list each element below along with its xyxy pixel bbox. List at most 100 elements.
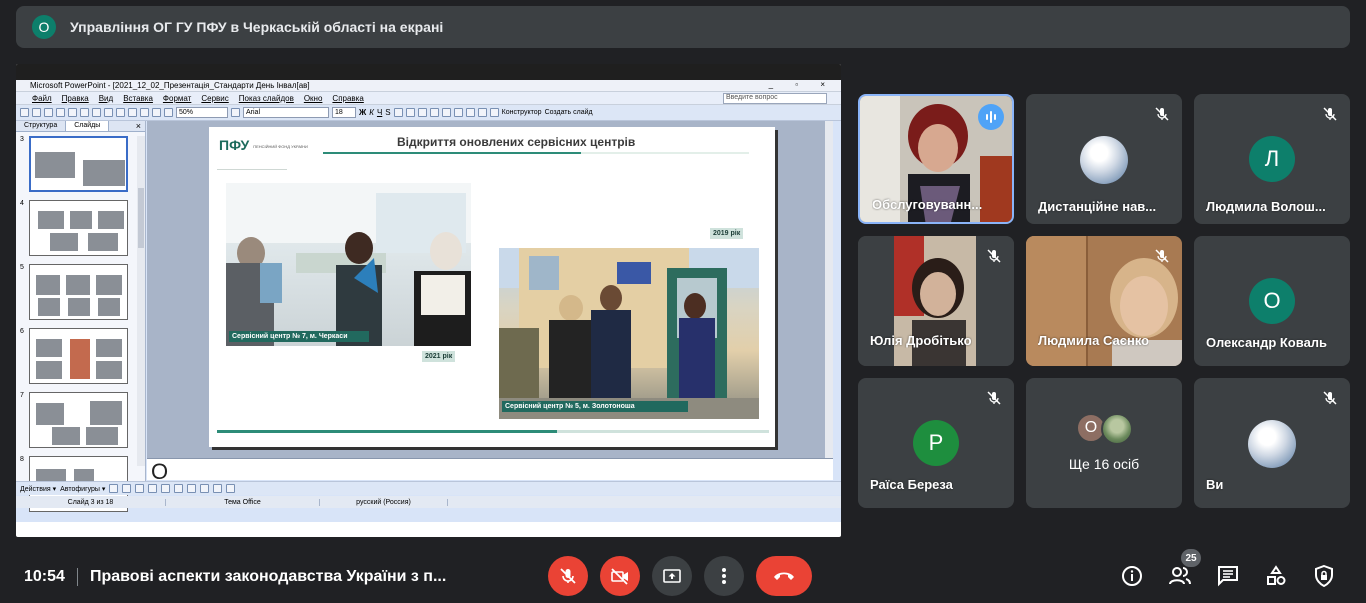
- more-options-button[interactable]: [704, 556, 744, 596]
- fill-color-icon: [187, 484, 197, 493]
- host-controls-button[interactable]: [1310, 562, 1338, 590]
- italic-icon: К: [369, 108, 374, 117]
- spell-icon: [80, 108, 89, 117]
- divider: [77, 568, 78, 586]
- slide-thumbnail: 4: [16, 200, 138, 258]
- info-icon: [1122, 566, 1142, 586]
- numbering-icon: [429, 108, 439, 117]
- paste-icon: [116, 108, 125, 117]
- menu-edit: Правка: [61, 93, 89, 103]
- presentation-banner: О Управління ОГ ГУ ПФУ в Черкаській обла…: [16, 6, 1350, 48]
- thumbnails-scrollbar: [137, 136, 145, 466]
- slide-title: Відкриття оновлених сервісних центрів: [397, 135, 636, 149]
- oval-icon: [148, 484, 158, 493]
- wordart-icon: [174, 484, 184, 493]
- participant-tile[interactable]: Л Людмила Волош...: [1194, 94, 1350, 224]
- menu-insert: Вставка: [123, 93, 153, 103]
- font-shrink-icon: [465, 108, 475, 117]
- open-icon: [32, 108, 41, 117]
- new-icon: [20, 108, 29, 117]
- help-icon: [231, 108, 240, 117]
- photo-cherkasy: [226, 183, 471, 346]
- present-icon: [663, 569, 681, 583]
- current-slide: ПФУ ПЕНСІЙНИЙ ФОНД УКРАЇНИ Відкриття онов…: [209, 127, 775, 447]
- align-center-icon: [405, 108, 415, 117]
- thumb-number: 5: [20, 264, 24, 271]
- people-count-badge: 25: [1181, 549, 1201, 567]
- tab-slides: Слайды: [66, 121, 110, 131]
- camera-off-icon: [611, 568, 628, 585]
- table-icon: [164, 108, 173, 117]
- font-grow-icon: [453, 108, 463, 117]
- participant-tile[interactable]: Людмила Саєнко: [1026, 236, 1182, 366]
- notes-pane: О: [147, 458, 833, 480]
- bullets-icon: [441, 108, 451, 117]
- ask-question-box: Введите вопрос: [723, 93, 827, 104]
- slide-scrollbar: [825, 121, 833, 458]
- more-vert-icon: [722, 568, 726, 584]
- ppt-status-bar: Слайд 3 из 18 Тема Office русский (Росси…: [16, 496, 841, 508]
- font-size-box: 18: [332, 107, 356, 118]
- participant-tile[interactable]: Р Раїса Береза: [858, 378, 1014, 508]
- participant-tile-self[interactable]: Ви: [1194, 378, 1350, 508]
- actions-menu: Действия ▾: [20, 485, 57, 493]
- logo-divider: [217, 169, 287, 170]
- close-icon: ×: [135, 121, 141, 131]
- call-end-icon: [774, 572, 794, 580]
- underline-icon: Ч: [376, 108, 383, 117]
- photo-zolotonosha: [499, 248, 759, 419]
- print-icon: [56, 108, 65, 117]
- mic-off-icon: [1318, 102, 1342, 126]
- shared-screen[interactable]: Microsoft PowerPoint - [2021_12_02_Презе…: [16, 64, 841, 537]
- pfu-logo: ПФУ ПЕНСІЙНИЙ ФОНД УКРАЇНИ: [219, 137, 308, 153]
- arrow-icon: [122, 484, 132, 493]
- menu-tools: Сервис: [201, 93, 229, 103]
- present-screen-button[interactable]: [652, 556, 692, 596]
- 3d-style-icon: [226, 484, 236, 493]
- chat-icon: [1218, 566, 1238, 587]
- status-language: русский (Россия): [320, 498, 448, 506]
- tab-outline: Структура: [16, 121, 67, 131]
- ppt-title-bar: Microsoft PowerPoint - [2021_12_02_Презе…: [16, 80, 841, 92]
- year-2019-label: 2019 рік: [710, 228, 744, 239]
- more-participants-label: Ще 16 осіб: [1068, 456, 1140, 472]
- participant-avatar: Л: [1249, 136, 1295, 182]
- designer-button: Конструктор: [501, 109, 542, 116]
- slide-thumbnail: 5: [16, 264, 138, 322]
- participant-tile[interactable]: Юлія Дробітько: [858, 236, 1014, 366]
- slide-thumbnail: 6: [16, 328, 138, 386]
- slide-thumbnail: 7: [16, 392, 138, 450]
- participant-name: Олександр Коваль: [1206, 335, 1328, 350]
- menu-file: Файл: [32, 93, 52, 103]
- powerpoint-window: Microsoft PowerPoint - [2021_12_02_Презе…: [16, 80, 841, 522]
- participant-name: Людмила Саєнко: [1038, 333, 1150, 348]
- meeting-info-button[interactable]: [1118, 562, 1146, 590]
- microphone-button[interactable]: [548, 556, 588, 596]
- ppt-toolbar: 50% Arial 18 ЖКЧS Конструктор Создать сл…: [16, 105, 841, 121]
- mic-off-icon: [982, 386, 1006, 410]
- shadow-icon: S: [385, 108, 391, 117]
- more-participants-tile[interactable]: О Ще 16 осіб: [1026, 378, 1182, 508]
- chat-button[interactable]: [1214, 562, 1242, 590]
- ppt-window-buttons: _ ▫ ×: [768, 80, 835, 89]
- camera-button[interactable]: [600, 556, 640, 596]
- mic-off-icon: [1150, 244, 1174, 268]
- zoom-box: 50%: [176, 107, 228, 118]
- leave-call-button[interactable]: [756, 556, 812, 596]
- shadow-style-icon: [213, 484, 223, 493]
- participant-tile[interactable]: О Олександр Коваль: [1194, 236, 1350, 366]
- menu-format: Формат: [162, 93, 192, 103]
- participant-avatar: Р: [913, 420, 959, 466]
- line-icon: [109, 484, 119, 493]
- indent-icon: [477, 108, 487, 117]
- participant-tile[interactable]: Обслуговуванн...: [858, 94, 1014, 224]
- thumb-number: 3: [20, 136, 24, 143]
- participant-avatar: [1248, 420, 1296, 468]
- menu-slideshow: Показ слайдов: [238, 93, 294, 103]
- participant-name: Юлія Дробітько: [870, 333, 972, 348]
- meeting-title: Правові аспекти законодавства України з …: [90, 568, 447, 585]
- people-icon: [1169, 567, 1191, 585]
- menu-window: Окно: [303, 93, 323, 103]
- activities-button[interactable]: [1262, 562, 1290, 590]
- participant-tile[interactable]: Дистанційне нав...: [1026, 94, 1182, 224]
